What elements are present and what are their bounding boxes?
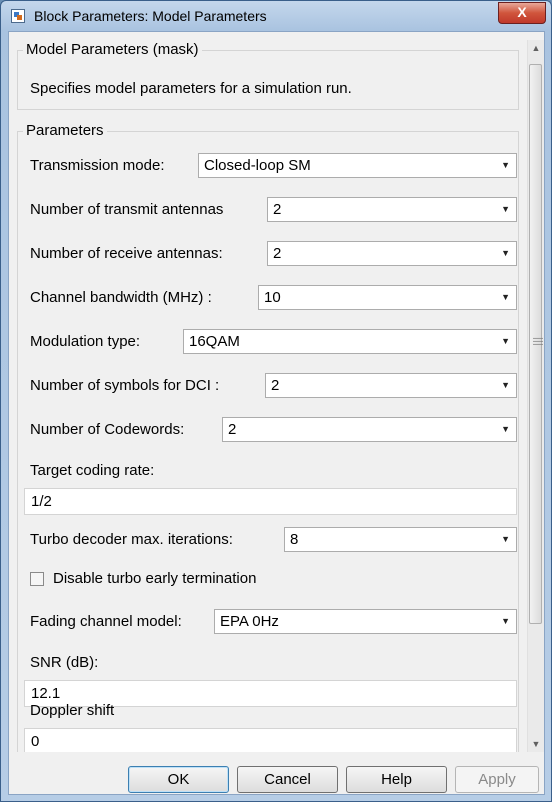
num-codewords-label: Number of Codewords: (30, 421, 185, 438)
chevron-down-icon: ▼ (501, 616, 510, 626)
scrollbar-thumb[interactable]: — — — (529, 64, 543, 624)
turbo-iterations-dropdown[interactable]: 8 ▼ (284, 527, 517, 552)
dialog-client-area: Model Parameters (mask) Specifies model … (8, 31, 545, 795)
title-bar[interactable]: Block Parameters: Model Parameters X (1, 1, 551, 31)
num-codewords-dropdown[interactable]: 2 ▼ (222, 417, 517, 442)
mask-title: Model Parameters (mask) (23, 41, 202, 58)
doppler-shift-field[interactable]: 0 (24, 728, 517, 752)
modulation-type-label: Modulation type: (30, 333, 141, 350)
fading-channel-dropdown[interactable]: EPA 0Hz ▼ (214, 609, 517, 634)
channel-bandwidth-label: Channel bandwidth (MHz) : (30, 289, 212, 306)
turbo-iterations-label: Turbo decoder max. iterations: (30, 531, 233, 548)
transmission-mode-value: Closed-loop SM (204, 157, 311, 174)
num-tx-antennas-dropdown[interactable]: 2 ▼ (267, 197, 517, 222)
disable-early-termination-checkbox[interactable] (30, 572, 44, 586)
chevron-down-icon: ▼ (501, 248, 510, 258)
grip-icon: — — — (533, 333, 543, 350)
chevron-down-icon: ▼ (501, 534, 510, 544)
help-button[interactable]: Help (346, 766, 447, 793)
transmission-mode-dropdown[interactable]: Closed-loop SM ▼ (198, 153, 517, 178)
target-coding-rate-label: Target coding rate: (30, 462, 155, 479)
fading-channel-label: Fading channel model: (30, 613, 182, 630)
num-rx-antennas-dropdown[interactable]: 2 ▼ (267, 241, 517, 266)
doppler-shift-label: Doppler shift (30, 702, 115, 719)
dci-symbols-dropdown[interactable]: 2 ▼ (265, 373, 517, 398)
num-tx-antennas-label: Number of transmit antennas (30, 201, 224, 218)
close-button[interactable]: X (498, 2, 546, 24)
window-title: Block Parameters: Model Parameters (34, 8, 267, 24)
chevron-down-icon: ▼ (501, 424, 510, 434)
dci-symbols-value: 2 (271, 377, 280, 394)
turbo-iterations-value: 8 (290, 531, 299, 548)
apply-button[interactable]: Apply (455, 766, 539, 793)
scroll-down-arrow-icon[interactable]: ▼ (528, 736, 544, 752)
scroll-up-arrow-icon[interactable]: ▲ (528, 40, 544, 56)
modulation-type-dropdown[interactable]: 16QAM ▼ (183, 329, 517, 354)
simulink-block-icon (11, 9, 25, 23)
num-rx-antennas-label: Number of receive antennas: (30, 245, 223, 262)
channel-bandwidth-dropdown[interactable]: 10 ▼ (258, 285, 517, 310)
snr-label: SNR (dB): (30, 654, 99, 671)
target-coding-rate-field[interactable]: 1/2 (24, 488, 517, 515)
modulation-type-value: 16QAM (189, 333, 240, 350)
num-codewords-value: 2 (228, 421, 237, 438)
ok-button[interactable]: OK (128, 766, 229, 793)
chevron-down-icon: ▼ (501, 336, 510, 346)
chevron-down-icon: ▼ (501, 160, 510, 170)
disable-early-termination-label: Disable turbo early termination (53, 570, 257, 587)
parameters-scroll-area: Model Parameters (mask) Specifies model … (9, 32, 527, 752)
parameters-group-title: Parameters (23, 122, 107, 139)
chevron-down-icon: ▼ (501, 292, 510, 302)
channel-bandwidth-value: 10 (264, 289, 281, 306)
transmission-mode-label: Transmission mode: (30, 157, 165, 174)
mask-description: Specifies model parameters for a simulat… (30, 80, 352, 97)
chevron-down-icon: ▼ (501, 204, 510, 214)
fading-channel-value: EPA 0Hz (220, 613, 279, 630)
cancel-button[interactable]: Cancel (237, 766, 338, 793)
num-tx-antennas-value: 2 (273, 201, 282, 218)
chevron-down-icon: ▼ (501, 380, 510, 390)
dialog-window: Block Parameters: Model Parameters X Mod… (0, 0, 552, 802)
num-rx-antennas-value: 2 (273, 245, 282, 262)
dci-symbols-label: Number of symbols for DCI : (30, 377, 220, 394)
vertical-scrollbar[interactable]: ▲ — — — ▼ (527, 40, 544, 752)
